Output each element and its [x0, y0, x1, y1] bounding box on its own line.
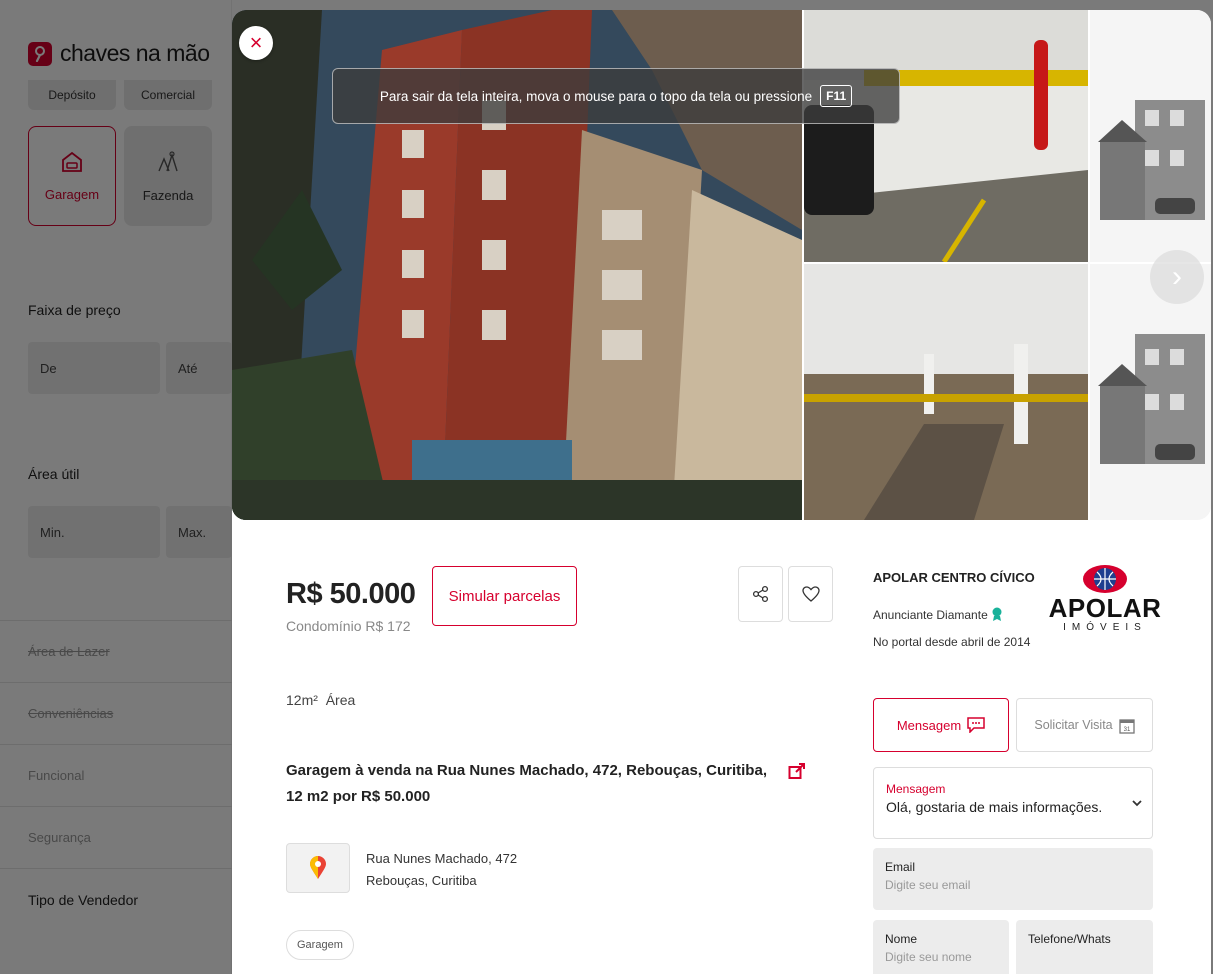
email-label: Email	[885, 860, 916, 874]
property-type-tag: Garagem	[286, 930, 354, 960]
type-chip-deposito[interactable]: Depósito	[28, 80, 116, 110]
message-select[interactable]: Mensagem Olá, gostaria de mais informaçõ…	[873, 767, 1153, 839]
email-field[interactable]: Email Digite seu email	[873, 848, 1153, 910]
simulate-installments-button[interactable]: Simular parcelas	[432, 566, 577, 626]
share-button[interactable]	[738, 566, 783, 622]
tab-message[interactable]: Mensagem	[873, 698, 1009, 752]
svg-text:31: 31	[1123, 727, 1130, 733]
address-street: Rua Nunes Machado, 472	[366, 851, 518, 866]
garage-icon	[62, 151, 82, 172]
fullscreen-key: F11	[820, 85, 853, 107]
area-label: Área útil	[28, 466, 80, 482]
photo-garage-car[interactable]	[804, 10, 1088, 262]
next-photo-button[interactable]: ›	[1150, 250, 1204, 304]
type-chip-comercial[interactable]: Comercial	[124, 80, 212, 110]
share-icon	[752, 585, 768, 603]
close-icon: ×	[249, 30, 263, 55]
external-link-icon[interactable]	[788, 762, 806, 785]
fullscreen-notice-text: Para sair da tela inteira, mova o mouse …	[379, 88, 813, 104]
price-range-label: Faixa de preço	[28, 302, 121, 318]
advertiser-since: No portal desde abril de 2014	[873, 635, 1031, 649]
photo-garage-interior[interactable]	[804, 264, 1088, 520]
name-field[interactable]: Nome Digite seu nome	[873, 920, 1009, 974]
calendar-icon: 31	[1118, 718, 1135, 734]
area-info: 12m² Área	[286, 692, 355, 708]
area-unit-label: Área	[325, 692, 356, 708]
listing-viewer: × Para sair da tela inteira, mova o mous…	[232, 10, 1211, 974]
property-type-row: Garagem Fazenda	[28, 126, 212, 226]
property-type-row-top: Depósito Comercial	[28, 80, 212, 110]
advertiser-name[interactable]: APOLAR CENTRO CÍVICO	[873, 570, 1035, 585]
page: chaves na mão Depósito Comercial Garagem…	[0, 0, 1213, 974]
filter-sidebar: chaves na mão Depósito Comercial Garagem…	[0, 0, 232, 974]
map-thumbnail[interactable]	[286, 843, 350, 893]
area-max-input[interactable]: Max.	[166, 506, 232, 558]
photo-illustration-2[interactable]	[1090, 264, 1211, 520]
fullscreen-notice: Para sair da tela inteira, mova o mouse …	[332, 68, 900, 124]
chevron-right-icon: ›	[1172, 260, 1182, 293]
advertiser-logo-word: APOLAR	[1048, 593, 1162, 623]
close-viewer-button[interactable]: ×	[239, 26, 273, 60]
favorite-button[interactable]	[788, 566, 833, 622]
tab-message-label: Mensagem	[896, 717, 962, 733]
award-badge-icon	[992, 607, 1002, 621]
price-to-input[interactable]: Até	[166, 342, 232, 394]
farm-icon	[158, 150, 178, 171]
area-min-input[interactable]: Min.	[28, 506, 160, 558]
phone-field[interactable]: Telefone/Whats	[1016, 920, 1153, 974]
section-funcional[interactable]: Funcional	[0, 744, 232, 806]
condo-fee: Condomínio R$ 172	[286, 618, 411, 634]
name-label: Nome	[885, 932, 918, 946]
photo-gallery: × Para sair da tela inteira, mova o mous…	[232, 10, 1211, 520]
heart-icon	[801, 586, 820, 602]
address-district: Rebouças, Curitiba	[366, 873, 477, 888]
chat-icon	[967, 717, 985, 733]
globe-logo-icon	[1083, 565, 1127, 593]
advertiser-tier: Anunciante Diamante	[873, 607, 1003, 622]
section-seguranca[interactable]: Segurança	[0, 806, 232, 868]
chevron-down-icon	[1132, 798, 1142, 810]
message-value: Olá, gostaria de mais informações.	[886, 799, 1103, 815]
tab-request-visit[interactable]: Solicitar Visita 31	[1016, 698, 1153, 752]
listing-title: Garagem à venda na Rua Nunes Machado, 47…	[286, 762, 767, 805]
brand-logo[interactable]: chaves na mão	[28, 40, 210, 67]
advertiser-logo[interactable]: APOLAR IMÓVEIS	[1048, 564, 1162, 650]
message-label: Mensagem	[886, 782, 946, 796]
section-area-de-lazer[interactable]: Área de Lazer	[0, 620, 232, 682]
photo-illustration-1[interactable]	[1090, 10, 1211, 262]
listing-address: Rua Nunes Machado, 472 Rebouças, Curitib…	[366, 848, 517, 892]
map-pin-icon	[310, 856, 326, 879]
email-placeholder: Digite seu email	[885, 878, 971, 892]
name-placeholder: Digite seu nome	[885, 950, 972, 964]
listing-price: R$ 50.000	[286, 578, 416, 610]
area-value: 12m²	[286, 692, 318, 708]
tab-visit-label: Solicitar Visita	[1034, 718, 1113, 732]
section-conveniencias[interactable]: Conveniências	[0, 682, 232, 744]
phone-label: Telefone/Whats	[1028, 932, 1111, 946]
type-card-fazenda[interactable]: Fazenda	[124, 126, 212, 226]
key-logo-icon	[28, 41, 52, 66]
advertiser-tier-label: Anunciante Diamante	[873, 608, 988, 622]
section-tipo-de-vendedor[interactable]: Tipo de Vendedor	[0, 868, 232, 930]
price-from-input[interactable]: De	[28, 342, 160, 394]
brand-name: chaves na mão	[60, 40, 210, 66]
type-card-garagem[interactable]: Garagem	[28, 126, 116, 226]
advertiser-logo-sub: IMÓVEIS	[1063, 622, 1147, 633]
